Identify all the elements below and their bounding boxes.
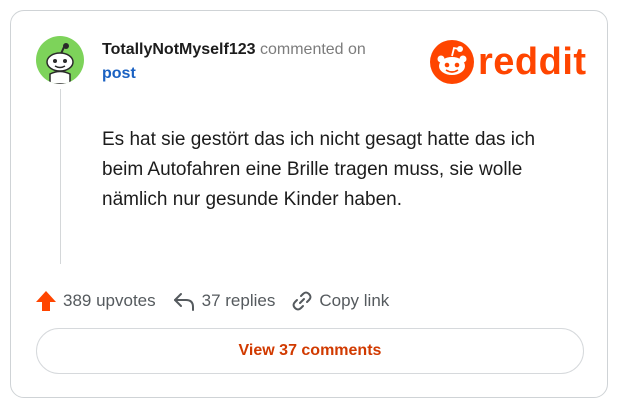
upvote-count: 389 upvotes <box>63 291 156 310</box>
upvote-arrow-icon <box>36 291 56 311</box>
copy-link-label: Copy link <box>319 291 390 310</box>
username[interactable]: TotallyNotMyself123 <box>102 41 256 58</box>
replies-count: 37 replies <box>201 291 276 310</box>
reddit-snoo-icon <box>430 40 474 84</box>
replies-button[interactable]: 37 replies <box>172 290 276 312</box>
post-link[interactable]: post <box>102 62 402 86</box>
link-icon <box>292 291 312 311</box>
action-text: commented on <box>259 41 366 58</box>
copy-link-button[interactable]: Copy link <box>291 290 389 312</box>
reddit-logo: reddit <box>429 39 587 85</box>
view-comments-button[interactable]: View 37 comments <box>36 328 584 374</box>
thread-line <box>60 89 61 264</box>
user-avatar[interactable] <box>36 36 84 84</box>
reddit-wordmark: reddit <box>478 41 587 83</box>
action-bar: 389 upvotes 37 replies Copy link <box>35 290 405 312</box>
comment-body: Es hat sie gestört das ich nicht gesagt … <box>102 129 536 210</box>
comment-header: TotallyNotMyself123 commented on post <box>102 38 402 86</box>
comment-card: TotallyNotMyself123 commented on post re… <box>10 10 608 398</box>
reply-arrow-icon <box>173 293 194 311</box>
upvote-button[interactable]: 389 upvotes <box>35 290 156 312</box>
snoo-avatar-icon <box>46 43 74 84</box>
